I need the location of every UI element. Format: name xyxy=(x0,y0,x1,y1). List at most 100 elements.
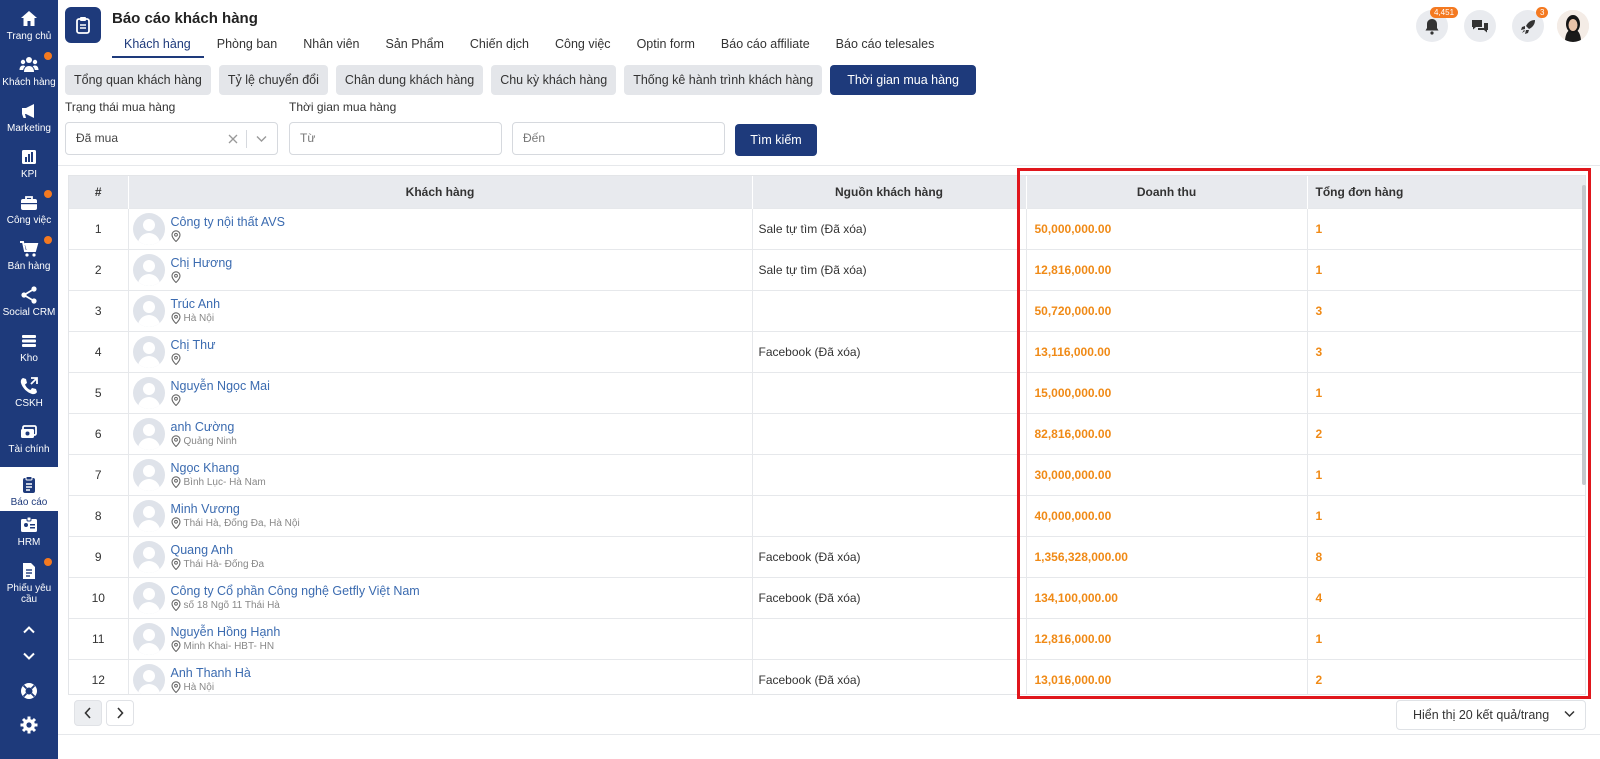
sidebar-item-2[interactable]: Khách hàng xyxy=(0,52,58,93)
customer-name-link[interactable]: Minh Vương xyxy=(171,502,300,516)
location-pin-icon xyxy=(170,230,181,242)
location-pin-icon xyxy=(170,476,181,488)
sidebar-item-12[interactable]: HRM xyxy=(0,513,58,553)
tab-7[interactable]: Optin form xyxy=(624,34,708,58)
customer-name-link[interactable]: Công ty Cổ phần Công nghệ Getfly Việt Na… xyxy=(171,584,420,598)
customer-name-link[interactable]: Nguyễn Hồng Hạnh xyxy=(171,625,281,639)
clear-icon[interactable] xyxy=(228,134,238,144)
location-pin-icon xyxy=(170,353,181,365)
chevron-down-icon[interactable] xyxy=(19,646,39,666)
support-icon[interactable] xyxy=(19,681,39,701)
sidebar-item-label: HRM xyxy=(17,537,41,548)
sidebar-item-label: Phiếu yêu cầu xyxy=(6,583,52,605)
customer-address xyxy=(170,271,233,283)
sidebar-item-11[interactable]: Báo cáo xyxy=(0,467,58,511)
content-divider xyxy=(58,165,1600,166)
date-from-input[interactable]: Từ xyxy=(289,122,502,155)
tab-2[interactable]: Phòng ban xyxy=(204,34,290,58)
sidebar-item-9[interactable]: CSKH xyxy=(0,374,58,414)
next-page-button[interactable] xyxy=(106,700,134,726)
customer-cell: Công ty nội thất AVS xyxy=(128,207,753,249)
row-index: 3 xyxy=(69,289,129,331)
gear-icon[interactable] xyxy=(19,715,39,735)
row-index: 10 xyxy=(69,576,129,618)
phone-icon xyxy=(20,377,38,395)
subtab-5[interactable]: Thống kê hành trình khách hàng xyxy=(624,65,823,95)
sidebar-item-4[interactable]: KPI xyxy=(0,145,58,185)
sidebar-item-3[interactable]: Marketing xyxy=(0,99,58,139)
tab-1[interactable]: Khách hàng xyxy=(112,34,204,58)
subtab-6[interactable]: Thời gian mua hàng xyxy=(830,65,976,95)
report-logo-button[interactable] xyxy=(65,7,101,43)
notifications-button[interactable]: 4,451 xyxy=(1416,7,1459,42)
cart-icon xyxy=(20,241,39,257)
sidebar-item-6[interactable]: Bán hàng xyxy=(0,236,58,277)
user-avatar[interactable] xyxy=(1557,10,1589,42)
sidebar-item-5[interactable]: Công việc xyxy=(0,190,58,231)
chevron-down-icon xyxy=(1564,710,1575,718)
date-to-input[interactable]: Đến xyxy=(512,122,725,155)
date-to-placeholder: Đến xyxy=(523,131,546,145)
report-tabs: Khách hàng Phòng ban Nhân viên Sản Phẩm Chiế… xyxy=(112,34,947,58)
chevron-up-icon[interactable] xyxy=(19,620,39,640)
id-card-icon xyxy=(21,516,37,532)
col-header-index: # xyxy=(69,176,129,208)
sidebar-item-label: Marketing xyxy=(7,123,51,134)
subtab-2[interactable]: Tỷ lệ chuyển đổi xyxy=(218,65,328,95)
status-select-value: Đã mua xyxy=(76,131,119,145)
sidebar-item-label: Báo cáo xyxy=(10,497,48,508)
sidebar-item-8[interactable]: Kho xyxy=(0,329,58,369)
tab-4[interactable]: Sản Phẩm xyxy=(373,34,457,58)
tab-9[interactable]: Báo cáo telesales xyxy=(823,34,948,58)
tab-5[interactable]: Chiến dịch xyxy=(457,34,542,58)
chat-button[interactable] xyxy=(1464,10,1496,42)
customer-name-link[interactable]: Chị Thư xyxy=(171,338,216,352)
rocket-button[interactable]: 3 xyxy=(1512,7,1549,42)
sidebar-item-7[interactable]: Social CRM xyxy=(0,283,58,323)
customer-name-link[interactable]: Trúc Anh xyxy=(171,297,221,311)
tab-3[interactable]: Nhân viên xyxy=(290,34,372,58)
source-cell xyxy=(752,289,1027,331)
location-pin-icon xyxy=(170,681,181,694)
customer-name-link[interactable]: Ngọc Khang xyxy=(171,461,266,475)
source-cell: Facebook (Đã xóa) xyxy=(752,576,1027,618)
search-button[interactable]: Tìm kiếm xyxy=(735,124,817,156)
per-page-select[interactable]: Hiển thị 20 kết quả/trang xyxy=(1396,700,1586,730)
sidebar-item-label: Social CRM xyxy=(2,307,56,318)
customer-address: Bình Lục- Hà Nam xyxy=(170,476,266,488)
tab-6[interactable]: Công việc xyxy=(542,34,624,58)
subtab-4[interactable]: Chu kỳ khách hàng xyxy=(491,65,617,95)
subtab-1[interactable]: Tổng quan khách hàng xyxy=(65,65,211,95)
customer-address-text: Hà Nội xyxy=(183,312,215,324)
date-from-placeholder: Từ xyxy=(300,131,316,145)
customer-avatar xyxy=(132,212,165,245)
status-select[interactable]: Đã mua xyxy=(65,122,278,155)
customer-name-link[interactable]: Nguyễn Ngọc Mai xyxy=(171,379,270,393)
users-icon xyxy=(19,57,39,72)
customer-cell: Ngọc Khang Bình Lục- Hà Nam xyxy=(128,453,753,495)
row-index: 4 xyxy=(69,330,129,372)
customer-cell: anh Cường Quảng Ninh xyxy=(128,412,753,454)
customer-name-link[interactable]: anh Cường xyxy=(171,420,237,434)
chat-icon xyxy=(1472,20,1488,33)
sidebar-item-13[interactable]: Phiếu yêu cầu xyxy=(0,558,58,607)
customer-name-link[interactable]: Quang Anh xyxy=(171,543,265,557)
prev-page-button[interactable] xyxy=(74,700,102,726)
tab-8[interactable]: Báo cáo affiliate xyxy=(708,34,823,58)
chevron-left-icon xyxy=(84,707,91,719)
location-pin-icon xyxy=(170,271,181,283)
col-header-source: Nguồn khách hàng xyxy=(752,176,1027,208)
briefcase-icon xyxy=(21,196,37,210)
customer-name-link[interactable]: Chị Hương xyxy=(171,256,233,270)
customer-name-link[interactable]: Công ty nội thất AVS xyxy=(171,215,285,229)
home-icon xyxy=(21,11,37,26)
sidebar-item-1[interactable]: Trang chủ xyxy=(0,7,58,47)
sidebar-item-10[interactable]: Tài chính xyxy=(0,420,58,460)
subtab-3[interactable]: Chân dung khách hàng xyxy=(335,65,484,95)
customer-name-link[interactable]: Anh Thanh Hà xyxy=(171,666,251,680)
customer-cell: Công ty Cổ phần Công nghệ Getfly Việt Na… xyxy=(128,576,753,618)
customer-avatar xyxy=(132,458,165,491)
notification-dot xyxy=(44,558,52,566)
chevron-down-icon[interactable] xyxy=(256,135,267,143)
customer-address: Hà Nội xyxy=(170,681,251,694)
